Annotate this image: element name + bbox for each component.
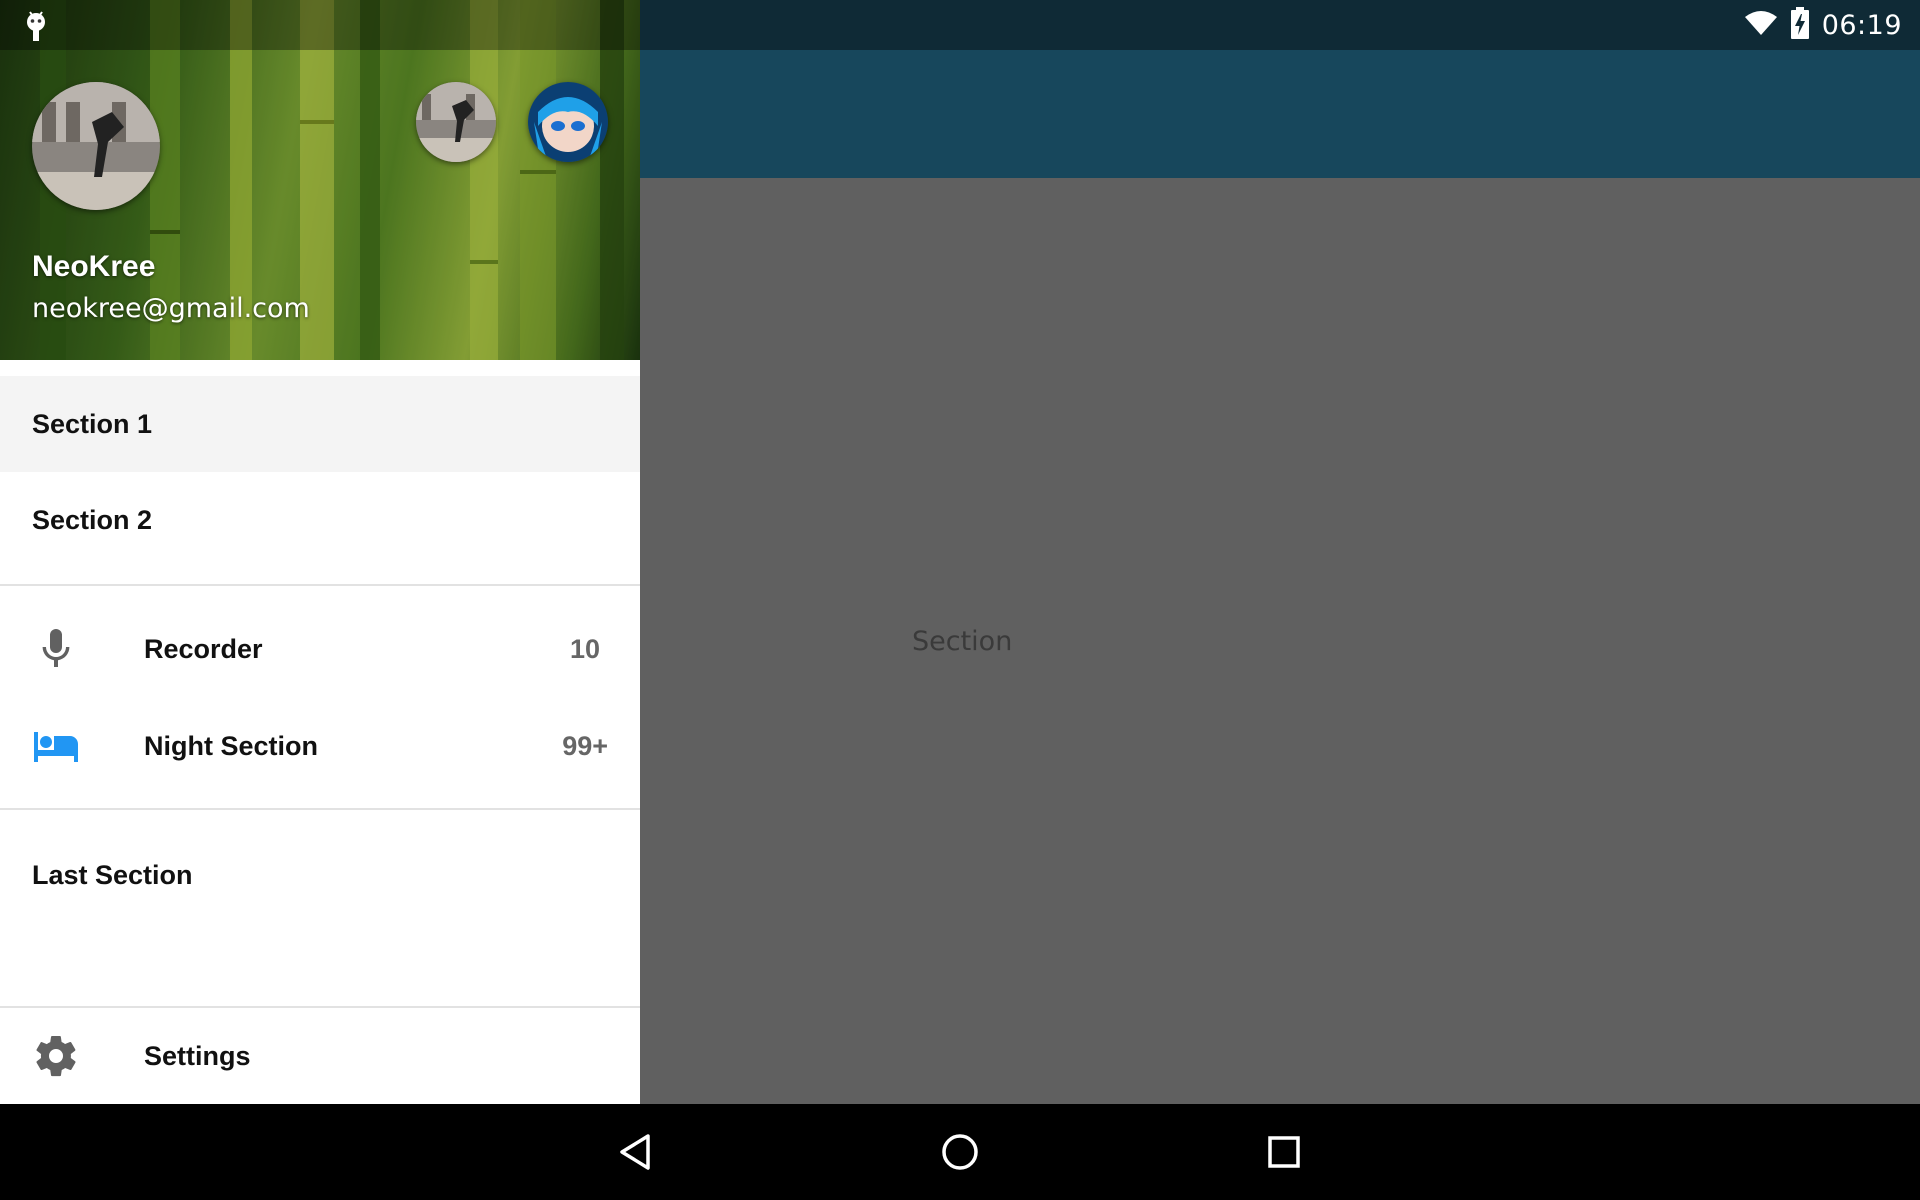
drawer-item-count: 10 xyxy=(569,633,600,664)
drawer-item-night-section[interactable]: Night Section 99+ xyxy=(0,698,640,794)
content-section-text: Section xyxy=(912,626,1013,657)
status-icons: 06:19 xyxy=(1744,0,1902,50)
avatar-main[interactable] xyxy=(32,82,160,210)
drawer-item-recorder[interactable]: Recorder 10 xyxy=(0,601,640,697)
drawer-item-settings[interactable]: Settings xyxy=(0,1008,640,1104)
user-email: neokree@gmail.com xyxy=(32,293,310,324)
wifi-icon xyxy=(1744,9,1778,42)
battery-charging-icon xyxy=(1790,6,1810,44)
avatar-account-2[interactable] xyxy=(416,82,496,162)
drawer-item-section-1[interactable]: Section 1 xyxy=(0,376,640,472)
back-icon[interactable] xyxy=(616,1132,656,1172)
status-time: 06:19 xyxy=(1821,9,1902,41)
drawer-item-last-section[interactable]: Last Section xyxy=(0,827,640,923)
divider xyxy=(0,808,640,810)
system-navigation-bar xyxy=(0,1104,1920,1200)
drawer-status-strip xyxy=(0,0,640,50)
avatar-account-3[interactable] xyxy=(528,82,608,162)
navigation-drawer: NeoKree neokree@gmail.com Section 1 Sect… xyxy=(0,0,640,1104)
bed-icon xyxy=(32,722,80,770)
drawer-item-label: Section 1 xyxy=(32,408,153,439)
drawer-item-label: Recorder xyxy=(144,633,263,664)
drawer-item-label: Last Section xyxy=(32,859,193,890)
drawer-item-label: Night Section xyxy=(144,730,318,761)
gear-icon xyxy=(32,1032,80,1080)
android-icon xyxy=(24,10,48,47)
drawer-item-section-2[interactable]: Section 2 xyxy=(0,472,640,568)
home-icon[interactable] xyxy=(940,1132,980,1172)
divider xyxy=(0,584,640,586)
drawer-item-count: 99+ xyxy=(562,730,608,761)
drawer-item-label: Settings xyxy=(144,1040,251,1071)
drawer-item-label: Section 2 xyxy=(32,504,153,535)
drawer-header: NeoKree neokree@gmail.com xyxy=(0,0,640,360)
recents-icon[interactable] xyxy=(1264,1132,1304,1172)
microphone-icon xyxy=(32,625,80,673)
user-name: NeoKree xyxy=(32,250,156,283)
